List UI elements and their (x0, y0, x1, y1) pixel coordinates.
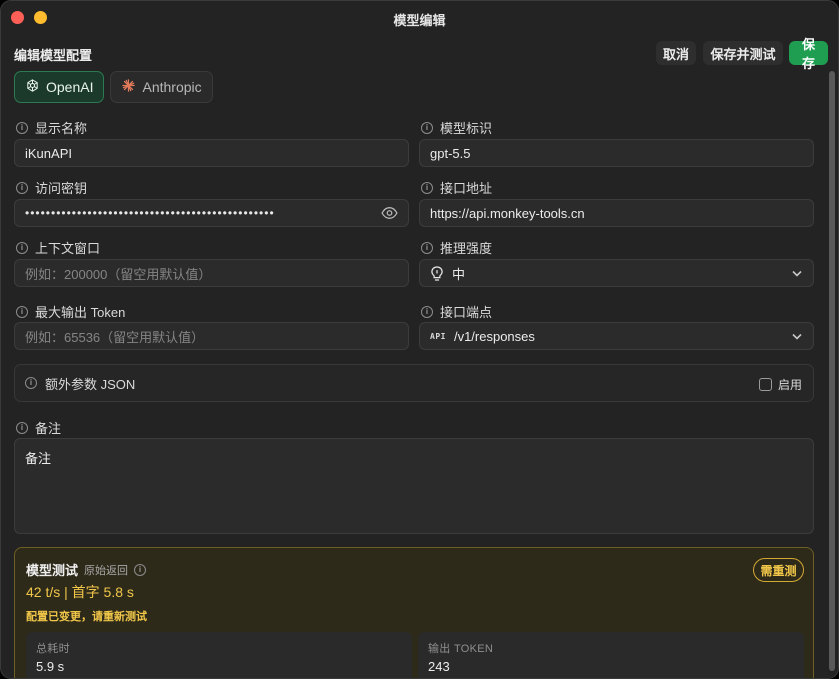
max-output-placeholder: 例如：65536（留空用默认值） (25, 329, 205, 345)
tab-openai-label: OpenAI (46, 79, 94, 95)
display-name-field[interactable]: iKunAPI (14, 139, 409, 167)
api-key-label: i 访问密钥 (16, 178, 87, 197)
api-badge-icon: API (430, 331, 446, 341)
close-window-button[interactable] (11, 11, 24, 24)
context-window-field[interactable]: 例如：200000（留空用默认值） (14, 259, 409, 287)
display-name-label: i 显示名称 (16, 118, 87, 137)
test-warning: 配置已变更，请重新测试 (26, 611, 147, 623)
reasoning-label-text: 推理强度 (440, 241, 493, 256)
test-title-text: 模型测试 (26, 563, 79, 578)
save-button[interactable]: 保存 (789, 37, 828, 71)
notes-textarea[interactable]: 备注 (14, 438, 814, 534)
retest-button[interactable]: 需重测 (753, 558, 804, 582)
max-output-field[interactable]: 例如：65536（留空用默认值） (14, 322, 409, 350)
extra-params-row: i 额外参数 JSON 启用 (14, 364, 814, 402)
stat-label: 总耗时 (36, 643, 70, 655)
stat-value: 5.9 s (36, 659, 65, 674)
display-name-value: iKunAPI (25, 145, 72, 161)
display-name-label-text: 显示名称 (35, 121, 88, 136)
notes-label: i 备注 (16, 418, 61, 437)
api-endpoint-label-text: 接口端点 (440, 305, 493, 320)
info-icon[interactable]: i (16, 121, 28, 134)
model-id-value: gpt-5.5 (430, 145, 471, 161)
reasoning-select[interactable]: 中 (419, 259, 814, 287)
eye-icon[interactable] (381, 206, 398, 223)
endpoint-url-label-text: 接口地址 (440, 181, 493, 196)
scrollbar[interactable] (829, 71, 835, 671)
provider-tabs: OpenAI Anthropic (14, 71, 213, 103)
context-window-label-text: 上下文窗口 (35, 241, 101, 256)
stat-value: 243 (428, 659, 450, 674)
extra-params-label-text: 额外参数 JSON (45, 376, 136, 392)
info-icon[interactable]: i (421, 121, 433, 134)
openai-icon (25, 78, 40, 96)
endpoint-url-value: https://api.monkey-tools.cn (430, 205, 585, 221)
info-icon[interactable]: i (421, 181, 433, 194)
info-icon[interactable]: i (16, 241, 28, 254)
reasoning-value: 中 (452, 266, 466, 282)
model-id-field[interactable]: gpt-5.5 (419, 139, 814, 167)
title-bar: 模型编辑 (1, 1, 838, 37)
reasoning-label: i 推理强度 (421, 238, 492, 257)
api-key-field[interactable]: ••••••••••••••••••••••••••••••••••••••••… (14, 199, 409, 227)
info-icon[interactable]: i (16, 305, 28, 318)
endpoint-url-field[interactable]: https://api.monkey-tools.cn (419, 199, 814, 227)
header-row: 编辑模型配置 取消 保存并测试 保存 (14, 37, 829, 71)
notes-value: 备注 (25, 451, 52, 466)
enable-checkbox[interactable] (758, 378, 772, 391)
model-id-label: i 模型标识 (421, 118, 492, 137)
api-endpoint-value: /v1/responses (453, 328, 535, 344)
test-rate: 42 t/s | 首字 5.8 s (26, 584, 134, 600)
chevron-down-icon (791, 266, 803, 283)
window-title: 模型编辑 (393, 12, 446, 28)
api-endpoint-label: i 接口端点 (421, 302, 492, 321)
model-test-panel: 模型测试 原始返回 i 42 t/s | 首字 5.8 s 配置已变更，请重新测… (14, 547, 814, 678)
max-output-label-text: 最大输出 Token (35, 305, 126, 320)
lightbulb-icon (430, 265, 444, 281)
cancel-button[interactable]: 取消 (656, 41, 696, 65)
info-icon[interactable]: i (16, 181, 28, 194)
max-output-label: i 最大输出 Token (16, 302, 125, 321)
endpoint-url-label: i 接口地址 (421, 178, 492, 197)
context-window-placeholder: 例如：200000（留空用默认值） (25, 266, 212, 282)
raw-response-link[interactable]: 原始返回 (84, 562, 128, 578)
tab-openai[interactable]: OpenAI (14, 71, 105, 103)
model-id-label-text: 模型标识 (440, 121, 493, 136)
api-key-value: ••••••••••••••••••••••••••••••••••••••••… (25, 206, 275, 220)
info-icon[interactable]: i (421, 305, 433, 318)
save-and-test-button[interactable]: 保存并测试 (703, 41, 783, 65)
enable-toggle[interactable]: 启用 (758, 376, 802, 393)
stat-card-output-token: 输出 TOKEN 243 (418, 632, 804, 678)
stat-label: 输出 TOKEN (428, 643, 494, 655)
api-endpoint-select[interactable]: API /v1/responses (419, 322, 814, 350)
stat-card-total-time: 总耗时 5.9 s (26, 632, 412, 678)
notes-label-text: 备注 (35, 421, 62, 436)
enable-label: 启用 (777, 378, 802, 392)
tab-anthropic[interactable]: Anthropic (110, 71, 213, 103)
extra-params-label: i 额外参数 JSON (25, 374, 135, 393)
info-icon[interactable]: i (421, 241, 433, 254)
page-title: 编辑模型配置 (14, 48, 93, 63)
minimize-window-button[interactable] (34, 11, 47, 24)
info-icon[interactable]: i (16, 421, 28, 434)
context-window-label: i 上下文窗口 (16, 238, 100, 257)
anthropic-icon (121, 78, 136, 96)
window-controls (11, 11, 47, 24)
chevron-down-icon (791, 329, 803, 346)
tab-anthropic-label: Anthropic (142, 79, 202, 95)
model-edit-window: 模型编辑 编辑模型配置 取消 保存并测试 保存 OpenAI Anthropic… (0, 0, 839, 679)
info-icon[interactable]: i (134, 563, 147, 576)
test-title: 模型测试 原始返回 i (26, 560, 147, 579)
api-key-label-text: 访问密钥 (35, 181, 88, 196)
info-icon[interactable]: i (25, 377, 37, 389)
